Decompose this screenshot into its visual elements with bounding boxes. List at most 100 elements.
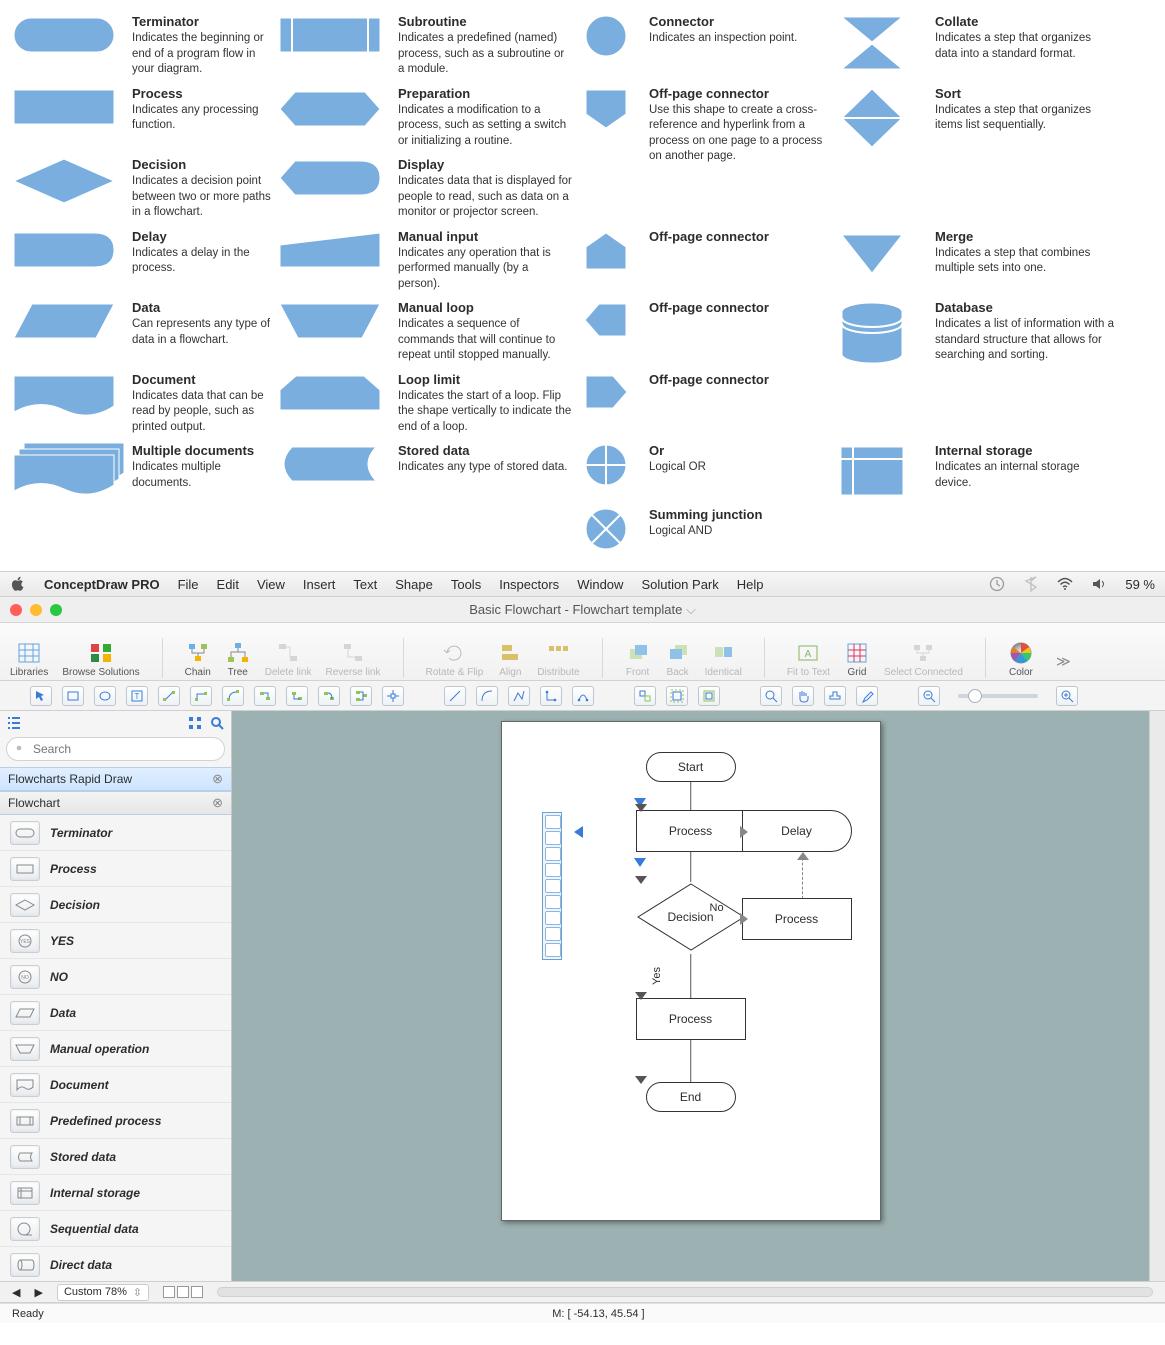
connector-tool-8[interactable]: [382, 686, 404, 706]
menu-edit[interactable]: Edit: [217, 577, 239, 592]
lib-sequential-data[interactable]: Sequential data: [0, 1211, 231, 1247]
pointer-tool[interactable]: [30, 686, 52, 706]
node-end[interactable]: End: [646, 1082, 736, 1112]
line-tool-2[interactable]: [476, 686, 498, 706]
lib-no[interactable]: NONO: [0, 959, 231, 995]
vertical-scrollbar[interactable]: [1149, 711, 1165, 1281]
document-title[interactable]: Basic Flowchart - Flowchart template: [469, 602, 682, 617]
rd-tool-4[interactable]: [545, 863, 561, 877]
chain-button[interactable]: Chain: [185, 641, 211, 678]
rd-tool-8[interactable]: [545, 927, 561, 941]
back-button[interactable]: Back: [665, 641, 691, 678]
browse-solutions-button[interactable]: Browse Solutions: [62, 641, 139, 678]
front-button[interactable]: Front: [625, 641, 651, 678]
sidebar-list-icon[interactable]: [6, 715, 22, 731]
zoom-slider[interactable]: [958, 694, 1038, 698]
group-tool-3[interactable]: [698, 686, 720, 706]
lib-data[interactable]: Data: [0, 995, 231, 1031]
sidebar-search-icon[interactable]: [209, 715, 225, 731]
menu-tools[interactable]: Tools: [451, 577, 481, 592]
color-button[interactable]: Color: [1008, 641, 1034, 678]
node-process-2[interactable]: Process: [742, 898, 852, 940]
lib-predefined[interactable]: Predefined process: [0, 1103, 231, 1139]
connector-tool-1[interactable]: [158, 686, 180, 706]
lib-direct-data[interactable]: Direct data: [0, 1247, 231, 1281]
node-start[interactable]: Start: [646, 752, 736, 782]
identical-button[interactable]: Identical: [705, 641, 742, 678]
horizontal-scrollbar[interactable]: [217, 1287, 1153, 1297]
line-tool-1[interactable]: [444, 686, 466, 706]
page-nav-prev[interactable]: ◀: [12, 1286, 20, 1299]
connector-tool-3[interactable]: [222, 686, 244, 706]
rect-tool[interactable]: [62, 686, 84, 706]
menu-file[interactable]: File: [178, 577, 199, 592]
zoom-out-button[interactable]: [918, 686, 940, 706]
libraries-button[interactable]: Libraries: [10, 641, 48, 678]
close-icon[interactable]: ⊗: [212, 771, 223, 787]
rd-tool-3[interactable]: [545, 847, 561, 861]
bluetooth-icon[interactable]: [1023, 576, 1039, 592]
fit-to-text-button[interactable]: AFit to Text: [787, 641, 830, 678]
menu-app-name[interactable]: ConceptDraw PRO: [44, 577, 160, 592]
node-process-1[interactable]: Process: [636, 810, 746, 852]
library-search-input[interactable]: [6, 737, 225, 761]
distribute-button[interactable]: Distribute: [537, 641, 579, 678]
timemachine-icon[interactable]: [989, 576, 1005, 592]
menu-help[interactable]: Help: [737, 577, 764, 592]
lib-yes[interactable]: YESYES: [0, 923, 231, 959]
close-icon[interactable]: ⊗: [212, 795, 223, 811]
lib-manual-op[interactable]: Manual operation: [0, 1031, 231, 1067]
grid-button[interactable]: Grid: [844, 641, 870, 678]
menu-view[interactable]: View: [257, 577, 285, 592]
connector-tool-7[interactable]: [350, 686, 372, 706]
lib-terminator[interactable]: Terminator: [0, 815, 231, 851]
drawing-page[interactable]: Start Process Delay Decision No Yes Proc…: [501, 721, 881, 1221]
more-tools-icon[interactable]: ≫: [1056, 653, 1071, 678]
tree-button[interactable]: Tree: [225, 641, 251, 678]
lib-stored-data[interactable]: Stored data: [0, 1139, 231, 1175]
lib-internal-storage[interactable]: Internal storage: [0, 1175, 231, 1211]
select-connected-button[interactable]: Select Connected: [884, 641, 963, 678]
ellipse-tool[interactable]: [94, 686, 116, 706]
rd-tool-5[interactable]: [545, 879, 561, 893]
volume-icon[interactable]: [1091, 576, 1107, 592]
sidebar-section-flowchart[interactable]: Flowchart⊗: [0, 791, 231, 815]
rd-tool-1[interactable]: [545, 815, 561, 829]
rd-tool-9[interactable]: [545, 943, 561, 957]
sidebar-grid-icon[interactable]: [187, 715, 203, 731]
align-button[interactable]: Align: [497, 641, 523, 678]
connector-tool-4[interactable]: [254, 686, 276, 706]
group-tool-1[interactable]: [634, 686, 656, 706]
menu-shape[interactable]: Shape: [395, 577, 433, 592]
line-tool-5[interactable]: [572, 686, 594, 706]
node-process-3[interactable]: Process: [636, 998, 746, 1040]
node-decision[interactable]: Decision: [636, 882, 746, 952]
rd-tool-6[interactable]: [545, 895, 561, 909]
rd-tool-2[interactable]: [545, 831, 561, 845]
zoom-in-tool[interactable]: [760, 686, 782, 706]
rotate-flip-button[interactable]: Rotate & Flip: [426, 641, 484, 678]
rapid-draw-toolbar[interactable]: [542, 812, 562, 960]
node-delay[interactable]: Delay: [742, 810, 852, 852]
stamp-tool[interactable]: [824, 686, 846, 706]
menu-insert[interactable]: Insert: [303, 577, 336, 592]
line-tool-4[interactable]: [540, 686, 562, 706]
rd-tool-7[interactable]: [545, 911, 561, 925]
menu-inspectors[interactable]: Inspectors: [499, 577, 559, 592]
pan-tool[interactable]: [792, 686, 814, 706]
sidebar-section-rapid[interactable]: Flowcharts Rapid Draw⊗: [0, 767, 231, 791]
lib-document[interactable]: Document: [0, 1067, 231, 1103]
page-thumbs[interactable]: [163, 1286, 203, 1298]
lib-process[interactable]: Process: [0, 851, 231, 887]
wifi-icon[interactable]: [1057, 576, 1073, 592]
line-tool-3[interactable]: [508, 686, 530, 706]
menu-solution-park[interactable]: Solution Park: [641, 577, 718, 592]
zoom-in-button[interactable]: [1056, 686, 1078, 706]
canvas[interactable]: Start Process Delay Decision No Yes Proc…: [232, 711, 1149, 1281]
page-nav-next[interactable]: ▶: [34, 1286, 42, 1299]
connector-tool-2[interactable]: [190, 686, 212, 706]
connector-tool-5[interactable]: [286, 686, 308, 706]
lib-decision[interactable]: Decision: [0, 887, 231, 923]
connector-tool-6[interactable]: [318, 686, 340, 706]
menu-window[interactable]: Window: [577, 577, 623, 592]
